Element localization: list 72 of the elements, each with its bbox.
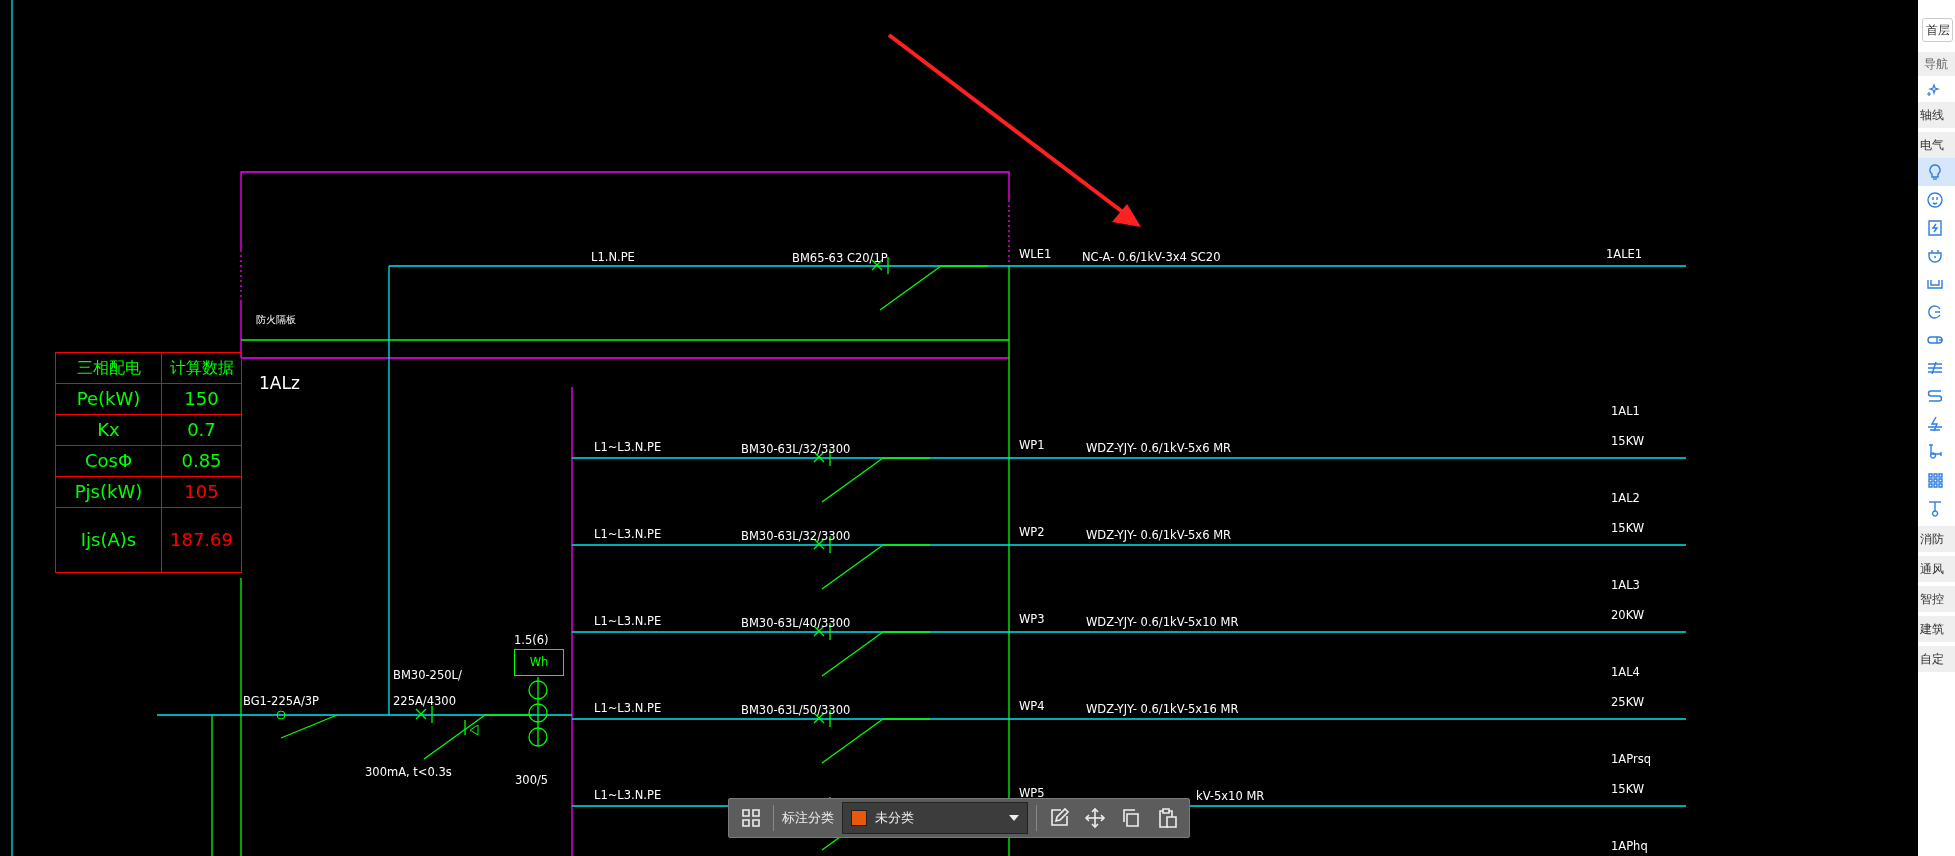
cable-label: NC-A- 0.6/1kV-3x4 SC20: [1082, 250, 1221, 264]
panel-name: 1ALz: [259, 373, 300, 393]
ct-ratio: 300/5: [515, 773, 549, 787]
table-cell: CosΦ: [55, 445, 162, 477]
floor-dropdown[interactable]: 首层: [1922, 18, 1953, 42]
sparkle-icon[interactable]: [1926, 82, 1940, 97]
panel-label: 1AL1: [1611, 404, 1640, 418]
phase-label: L1~L3.N.PE: [594, 614, 662, 628]
category-header[interactable]: 建筑: [1918, 616, 1955, 642]
breaker-label: BM30-250L/: [393, 668, 462, 682]
load-label: 15KW: [1611, 782, 1645, 796]
table-cell: Kx: [55, 414, 162, 446]
category-label: 标注分类: [782, 809, 834, 828]
table-cell: Pjs(kW): [55, 476, 162, 508]
breaker-label: BG1-225A/3P: [243, 694, 319, 708]
rcd-symbol: [464, 719, 479, 736]
category-header[interactable]: 消防: [1918, 526, 1955, 552]
cable-label: WDZ-YJY- 0.6/1kV-5x16 MR: [1086, 702, 1239, 716]
circuit-label: WLE1: [1019, 247, 1052, 261]
phase-label: L1~L3.N.PE: [594, 701, 662, 715]
meter-rating: 1.5(6): [514, 633, 549, 647]
load-label: 15KW: [1611, 434, 1645, 448]
circuit-label: WP5: [1019, 786, 1045, 800]
category-header[interactable]: 通风: [1918, 556, 1955, 582]
panel-label: 1APrsq: [1611, 752, 1651, 766]
table-cell: 0.85: [161, 445, 242, 477]
panel-label: 1AL3: [1611, 578, 1640, 592]
energy-meter: Wh: [514, 649, 564, 676]
table-cell: 150: [161, 383, 242, 415]
navigation-tab[interactable]: 导航: [1918, 52, 1955, 76]
breaker-label: BM30-63L/40/3300: [741, 616, 851, 630]
current-transformer-symbol: [528, 676, 548, 747]
cable-label: WDZ-YJY- 0.6/1kV-5x6 MR: [1086, 528, 1232, 542]
phase-label: L1~L3.N.PE: [594, 788, 662, 802]
breaker-rating: 225A/4300: [393, 694, 456, 708]
load-label: 25KW: [1611, 695, 1645, 709]
cable-label: kV-5x10 MR: [1196, 789, 1265, 803]
circuit-label: WP1: [1019, 438, 1045, 452]
circuit-label: WP4: [1019, 699, 1045, 713]
phase-label: L1.N.PE: [591, 250, 635, 264]
breaker-label: BM30-63L/50/3300: [741, 703, 851, 717]
category-header[interactable]: 轴线: [1918, 102, 1955, 128]
phase-label: L1~L3.N.PE: [594, 440, 662, 454]
caret-icon: [1009, 815, 1019, 821]
table-cell: 105: [161, 476, 242, 508]
breaker-label: BM30-63L/32/3300: [741, 442, 851, 456]
table-cell: 187.69: [161, 507, 242, 573]
breaker-label: BM65-63 C20/1P: [792, 251, 888, 265]
trip-rating: 300mA, t<0.3s: [365, 765, 452, 779]
cable-label: WDZ-YJY- 0.6/1kV-5x6 MR: [1086, 441, 1232, 455]
table-cell: Ijs(A)s: [55, 507, 162, 573]
column-header: 三相配电: [55, 352, 162, 384]
panel-label: 1APhq: [1611, 839, 1648, 853]
cable-label: WDZ-YJY- 0.6/1kV-5x10 MR: [1086, 615, 1239, 629]
bulb-icon[interactable]: [1918, 158, 1955, 186]
category-header[interactable]: 智控: [1918, 586, 1955, 612]
load-label: 20KW: [1611, 608, 1645, 622]
load-label: 15KW: [1611, 521, 1645, 535]
breaker-label: BM30-63L/32/3300: [741, 529, 851, 543]
panel-label: 1ALE1: [1606, 247, 1643, 261]
category-header[interactable]: 自定: [1918, 646, 1955, 672]
column-header: 计算数据: [161, 352, 242, 384]
phase-label: L1~L3.N.PE: [594, 527, 662, 541]
circuit-label: WP3: [1019, 612, 1045, 626]
barrier-label: 防火隔板: [256, 313, 296, 327]
panel-label: 1AL2: [1611, 491, 1640, 505]
category-header[interactable]: 电气: [1918, 132, 1955, 158]
panel-label: 1AL4: [1611, 665, 1640, 679]
table-cell: 0.7: [161, 414, 242, 446]
table-cell: Pe(kW): [55, 383, 162, 415]
category-dropdown[interactable]: 未分类: [842, 802, 1028, 834]
circuit-label: WP2: [1019, 525, 1045, 539]
